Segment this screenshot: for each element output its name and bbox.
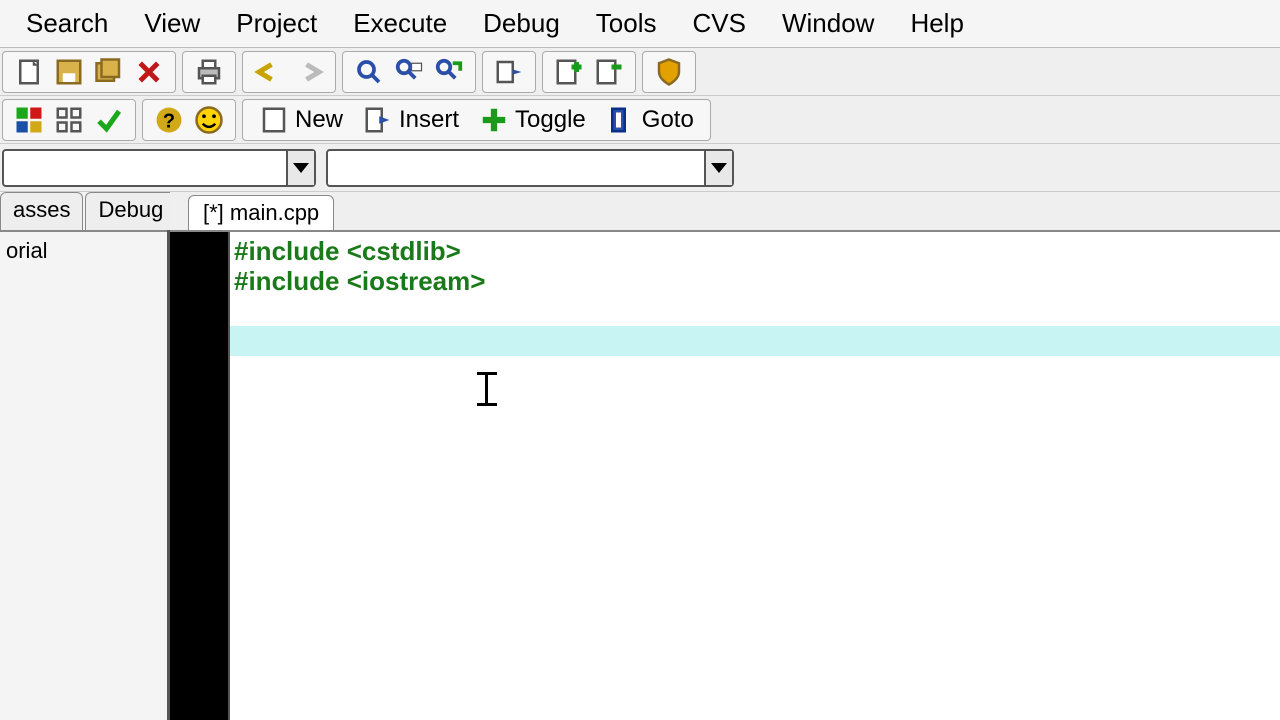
class-navigator-dropdown[interactable]	[2, 149, 316, 187]
toolbar-group-about	[642, 51, 696, 93]
goto-label: Goto	[642, 106, 694, 134]
toggle-label: Toggle	[515, 106, 586, 134]
toolbar-group-insert	[542, 51, 636, 93]
toolbar-group-misc	[482, 51, 536, 93]
toggle-button[interactable]: Toggle	[469, 100, 596, 140]
side-tree-item[interactable]: orial	[0, 232, 167, 270]
menu-execute[interactable]: Execute	[335, 0, 465, 47]
code-area[interactable]: #include <cstdlib> #include <iostream>	[230, 232, 1280, 720]
toolbar-group-windows	[2, 99, 136, 141]
menu-help[interactable]: Help	[892, 0, 981, 47]
editor-tab-main[interactable]: [*] main.cpp	[188, 195, 334, 230]
text-cursor-icon	[485, 372, 488, 406]
save-icon[interactable]	[49, 52, 89, 92]
toolbar-main	[0, 48, 1280, 96]
menu-tools[interactable]: Tools	[578, 0, 675, 47]
side-tabs: asses Debug	[0, 192, 167, 232]
navigation-row	[0, 144, 1280, 192]
help-icon[interactable]: ?	[149, 100, 189, 140]
toolbar-group-find	[342, 51, 476, 93]
code-line[interactable]: #include <cstdlib>	[230, 236, 1280, 266]
menu-cvs[interactable]: CVS	[674, 0, 763, 47]
add-bookmark-icon[interactable]	[549, 52, 589, 92]
code-line[interactable]	[230, 296, 1280, 326]
menu-view[interactable]: View	[126, 0, 218, 47]
menu-bar: Search View Project Execute Debug Tools …	[0, 0, 1280, 48]
menu-project[interactable]: Project	[218, 0, 335, 47]
toolbar-secondary: ? New Insert Toggle Goto	[0, 96, 1280, 144]
goto-line-icon[interactable]	[489, 52, 529, 92]
code-line[interactable]: #include <iostream>	[230, 266, 1280, 296]
print-icon[interactable]	[189, 52, 229, 92]
chevron-down-icon[interactable]	[286, 151, 314, 185]
check-icon[interactable]	[89, 100, 129, 140]
save-all-icon[interactable]	[89, 52, 129, 92]
toolbar-group-help: ?	[142, 99, 236, 141]
editor-body: #include <cstdlib> #include <iostream>	[170, 232, 1280, 720]
new-bookmark-label: New	[295, 106, 343, 134]
undo-icon[interactable]	[249, 52, 289, 92]
tile-windows-icon[interactable]	[9, 100, 49, 140]
menu-debug[interactable]: Debug	[465, 0, 578, 47]
editor-tabs: [*] main.cpp	[170, 192, 1280, 232]
shield-icon[interactable]	[649, 52, 689, 92]
menu-search[interactable]: Search	[8, 0, 126, 47]
close-icon[interactable]	[129, 52, 169, 92]
toolbar-group-undo	[242, 51, 336, 93]
find-icon[interactable]	[349, 52, 389, 92]
svg-text:?: ?	[163, 110, 175, 132]
toolbar-group-file	[2, 51, 176, 93]
menu-window[interactable]: Window	[764, 0, 892, 47]
find-next-icon[interactable]	[389, 52, 429, 92]
new-bookmark-button[interactable]: New	[249, 100, 353, 140]
toolbar-group-bookmark: New Insert Toggle Goto	[242, 99, 711, 141]
chevron-down-icon[interactable]	[704, 151, 732, 185]
side-tab-classes[interactable]: asses	[0, 192, 83, 230]
remove-bookmark-icon[interactable]	[589, 52, 629, 92]
goto-button[interactable]: Goto	[596, 100, 704, 140]
smiley-icon[interactable]	[189, 100, 229, 140]
toolbar-group-print	[182, 51, 236, 93]
code-line-active[interactable]	[230, 326, 1280, 356]
new-file-icon[interactable]	[9, 52, 49, 92]
redo-icon[interactable]	[289, 52, 329, 92]
replace-icon[interactable]	[429, 52, 469, 92]
content-area: asses Debug orial [*] main.cpp #include …	[0, 192, 1280, 720]
side-panel: asses Debug orial	[0, 192, 170, 720]
side-tab-debug[interactable]: Debug	[85, 192, 176, 230]
line-number-gutter	[170, 232, 230, 720]
insert-button[interactable]: Insert	[353, 100, 469, 140]
editor-panel: [*] main.cpp #include <cstdlib> #include…	[170, 192, 1280, 720]
insert-label: Insert	[399, 106, 459, 134]
member-navigator-dropdown[interactable]	[326, 149, 734, 187]
grid-icon[interactable]	[49, 100, 89, 140]
